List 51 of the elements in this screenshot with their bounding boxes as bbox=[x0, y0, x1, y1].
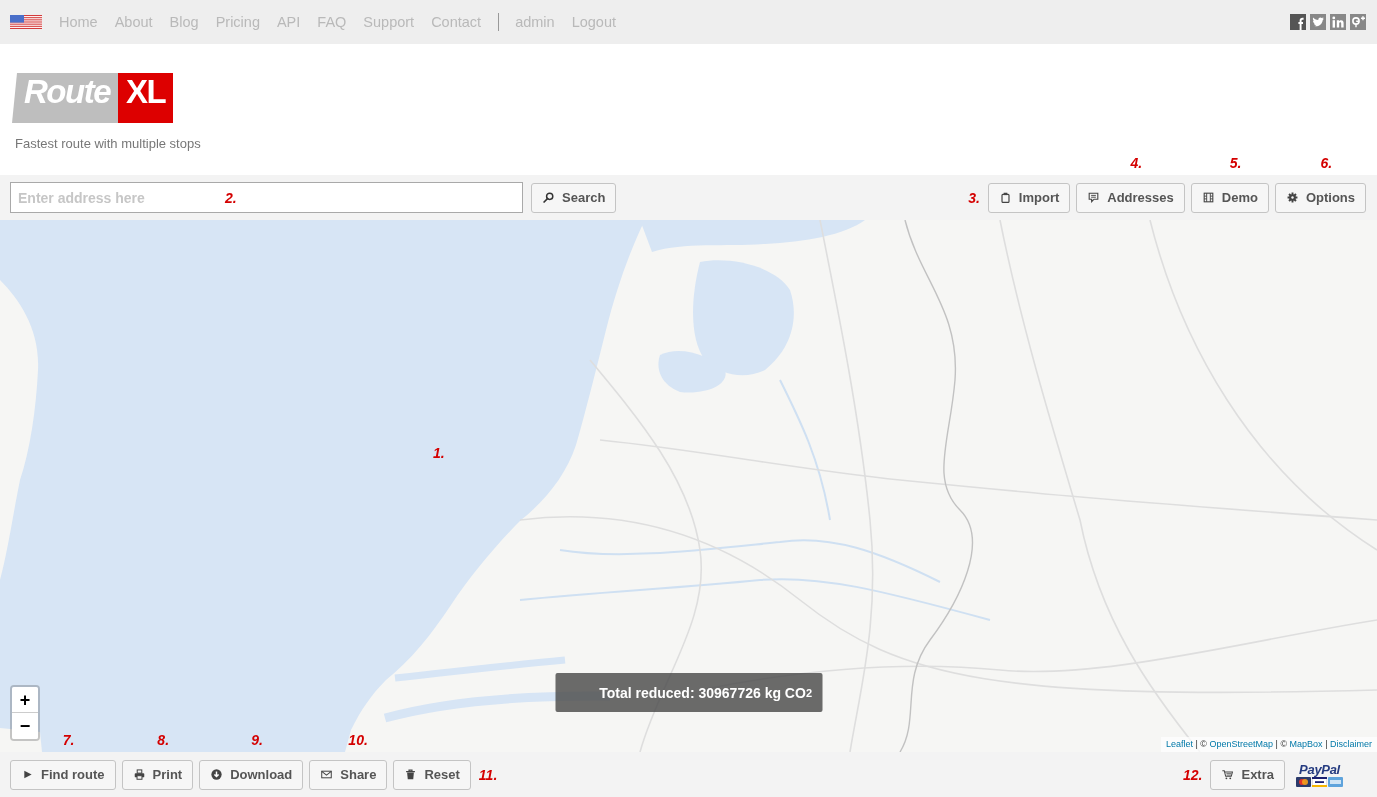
options-button[interactable]: Options bbox=[1274, 182, 1366, 213]
annotation-number: 1. bbox=[433, 445, 445, 461]
map-attribution: Leaflet | © OpenStreetMap | © MapBox | Disclaimer bbox=[1160, 737, 1377, 752]
annotation-number: 6. bbox=[1320, 154, 1333, 171]
annotation-number: 12. bbox=[1183, 766, 1203, 783]
demo-button[interactable]: Demo bbox=[1190, 182, 1269, 213]
gear-icon bbox=[1286, 192, 1298, 203]
zoom-in-button[interactable]: + bbox=[12, 687, 38, 713]
reset-button[interactable]: Reset bbox=[393, 759, 471, 790]
download-button[interactable]: Download bbox=[199, 759, 304, 790]
attribution-link[interactable]: Disclaimer bbox=[1330, 739, 1372, 749]
search-button[interactable]: Search bbox=[531, 182, 617, 213]
import-button[interactable]: Import bbox=[987, 182, 1071, 213]
credit-card-icon bbox=[1312, 776, 1327, 787]
annotation-number: 10. bbox=[348, 731, 368, 748]
film-icon bbox=[1202, 192, 1214, 203]
paypal-logo[interactable]: PayPal bbox=[1299, 762, 1340, 776]
tagline: Fastest route with multiple stops bbox=[15, 136, 201, 151]
play-icon bbox=[22, 769, 33, 780]
linkedin-icon[interactable] bbox=[1330, 14, 1346, 30]
download-icon bbox=[211, 769, 223, 780]
annotation-number: 8. bbox=[157, 731, 170, 748]
addresses-button[interactable]: Addresses bbox=[1076, 182, 1185, 213]
annotation-number: 4. bbox=[1130, 154, 1143, 171]
envelope-icon bbox=[321, 769, 333, 780]
annotation-number: 3. bbox=[968, 189, 980, 206]
google-plus-icon[interactable] bbox=[1350, 14, 1366, 30]
find-route-button[interactable]: Find route bbox=[10, 759, 116, 790]
annotation-number: 11. bbox=[478, 766, 498, 783]
facebook-icon[interactable] bbox=[1290, 14, 1306, 30]
annotation-number: 7. bbox=[62, 731, 75, 748]
extra-button[interactable]: Extra bbox=[1210, 759, 1285, 790]
credit-card-icon bbox=[1328, 776, 1343, 787]
print-button[interactable]: Print bbox=[121, 759, 194, 790]
flag-icon[interactable] bbox=[10, 15, 42, 29]
annotation-number: 9. bbox=[251, 731, 263, 748]
attribution-link[interactable]: MapBox bbox=[1289, 739, 1323, 749]
share-button[interactable]: Share bbox=[309, 759, 388, 790]
attribution-link[interactable]: Leaflet bbox=[1165, 739, 1193, 749]
search-icon bbox=[543, 192, 554, 203]
zoom-out-button[interactable]: − bbox=[12, 713, 38, 739]
annotation-number: 5. bbox=[1229, 154, 1242, 171]
clipboard-icon bbox=[999, 192, 1011, 203]
trash-icon bbox=[405, 769, 417, 780]
credit-card-icon bbox=[1296, 776, 1311, 787]
cart-icon bbox=[1222, 769, 1234, 780]
speech-bubble-icon bbox=[1088, 192, 1100, 203]
annotation-number: 2. bbox=[225, 190, 237, 206]
twitter-icon[interactable] bbox=[1310, 14, 1326, 30]
attribution-link[interactable]: OpenStreetMap bbox=[1209, 739, 1274, 749]
printer-icon bbox=[133, 769, 145, 780]
